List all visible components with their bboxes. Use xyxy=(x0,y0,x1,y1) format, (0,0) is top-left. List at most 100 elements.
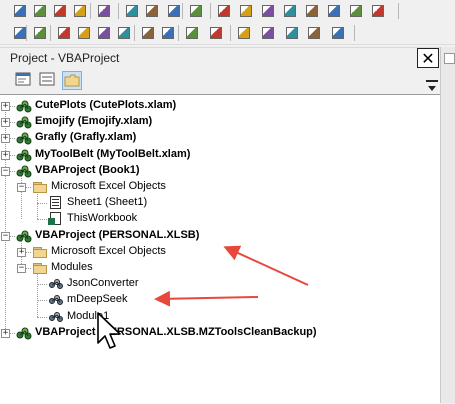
tree-connector-line xyxy=(37,203,47,205)
panel-title: Project - VBAProject xyxy=(10,51,120,65)
folder-icon xyxy=(32,180,48,194)
tree-node-label: Grafly (Grafly.xlam) xyxy=(35,131,137,144)
info-icon xyxy=(238,27,250,39)
module-icon xyxy=(48,293,64,307)
toolbar-separator xyxy=(26,25,27,41)
tree-node-label: mDeepSeek xyxy=(67,293,128,306)
tree-node[interactable]: − VBAProject (Book1) xyxy=(0,163,440,179)
info-button[interactable] xyxy=(236,25,252,41)
align-right-icon xyxy=(78,27,90,39)
table-button[interactable] xyxy=(282,3,298,19)
align-center-button[interactable] xyxy=(96,25,112,41)
tree-node[interactable]: + Grafly (Grafly.xlam) xyxy=(0,130,440,146)
edit-toolbar xyxy=(0,22,455,45)
collapse-minus-icon[interactable]: − xyxy=(1,166,10,176)
tree-node[interactable]: − Modules xyxy=(0,260,440,276)
insert-button[interactable] xyxy=(184,25,200,41)
layout-icon xyxy=(74,5,86,17)
collapse-minus-icon[interactable]: − xyxy=(17,183,26,192)
collapse-minus-icon[interactable]: − xyxy=(17,264,26,273)
vba-project-icon xyxy=(16,99,32,113)
expand-plus-icon[interactable]: + xyxy=(1,150,10,160)
tree-node[interactable]: mDeepSeek xyxy=(0,292,440,308)
arrange-button[interactable] xyxy=(304,3,320,19)
bookmark-icon xyxy=(262,5,274,17)
clear-button[interactable] xyxy=(166,3,182,19)
view-object-button[interactable] xyxy=(38,71,58,90)
expand-plus-icon[interactable]: + xyxy=(1,102,10,111)
toolbar-separator xyxy=(50,25,51,41)
align-right-button[interactable] xyxy=(76,25,92,41)
tree-node[interactable]: − Microsoft Excel Objects xyxy=(0,179,440,195)
tree-node[interactable]: Sheet1 (Sheet1) xyxy=(0,195,440,211)
list-button[interactable] xyxy=(208,25,224,41)
rows-button[interactable] xyxy=(32,3,48,19)
layout-button[interactable] xyxy=(72,3,88,19)
folder-open-icon xyxy=(98,5,110,17)
tree-node-label: VBAProject (PERSONAL.XLSB.MZToolsCleanBa… xyxy=(35,325,317,338)
expand-plus-icon[interactable]: + xyxy=(1,328,10,338)
copy-button[interactable] xyxy=(124,3,140,19)
object-button[interactable] xyxy=(284,25,300,41)
split-icon xyxy=(54,5,66,17)
move-down-button[interactable] xyxy=(370,3,386,19)
tree-node[interactable]: ThisWorkbook xyxy=(0,211,440,227)
close-icon: ✕ xyxy=(421,49,435,68)
expand-plus-icon[interactable]: + xyxy=(17,247,26,257)
align-left-icon xyxy=(58,27,70,39)
toolbar-separator xyxy=(230,25,231,41)
close-button[interactable]: ✕ xyxy=(417,48,439,68)
tree-node[interactable]: + Microsoft Excel Objects xyxy=(0,244,440,260)
binoculars-button[interactable] xyxy=(188,3,204,19)
tree-connector-line xyxy=(37,316,47,319)
toolbar-separator xyxy=(210,3,211,19)
object-icon xyxy=(286,27,298,39)
align-left-button[interactable] xyxy=(56,25,72,41)
toggle-folders-button[interactable] xyxy=(62,71,82,90)
procedure-button[interactable] xyxy=(306,25,322,41)
tree-node[interactable]: + MyToolBelt (MyToolBelt.xlam) xyxy=(0,147,440,163)
outdent-button[interactable] xyxy=(160,25,176,41)
toolbar-separator xyxy=(398,3,399,19)
paste-button[interactable] xyxy=(144,3,160,19)
macro-button[interactable] xyxy=(238,3,254,19)
indent-button[interactable] xyxy=(140,25,156,41)
stack-icon xyxy=(328,5,340,17)
standard-toolbar xyxy=(0,0,455,23)
tree-node-label: MyToolBelt (MyToolBelt.xlam) xyxy=(35,147,191,160)
split-button[interactable] xyxy=(52,3,68,19)
tree-node[interactable]: Module1 xyxy=(0,309,440,325)
move-down-icon xyxy=(372,5,384,17)
format-icon xyxy=(34,27,46,39)
view-button[interactable] xyxy=(260,25,276,41)
toolbar-separator xyxy=(90,3,91,19)
sheet-grid-icon xyxy=(14,5,26,17)
project-tree[interactable]: + CutePlots (CutePlots.xlam) + Emojify (Emo… xyxy=(0,94,440,404)
stack-button[interactable] xyxy=(326,3,342,19)
justify-button[interactable] xyxy=(116,25,132,41)
outdent-icon xyxy=(162,27,174,39)
expand-plus-icon[interactable]: + xyxy=(1,118,10,128)
view-code-button[interactable] xyxy=(14,71,34,90)
view-code-icon xyxy=(15,72,31,86)
tree-node[interactable]: − VBAProject (PERSONAL.XLSB) xyxy=(0,228,440,244)
align-center-icon xyxy=(98,27,110,39)
collapse-minus-icon[interactable]: − xyxy=(1,231,10,241)
sheet-grid-button[interactable] xyxy=(12,3,28,19)
worksheet-icon xyxy=(48,196,64,210)
folder-icon xyxy=(32,261,48,275)
arrange-icon xyxy=(306,5,318,17)
tree-node[interactable]: + Emojify (Emojify.xlam) xyxy=(0,114,440,130)
expand-plus-icon[interactable]: + xyxy=(1,134,10,144)
sum-icon xyxy=(332,27,344,39)
tree-node[interactable]: + CutePlots (CutePlots.xlam) xyxy=(0,98,440,114)
folder-open-button[interactable] xyxy=(96,3,112,19)
find-next-button[interactable] xyxy=(216,3,232,19)
move-up-button[interactable] xyxy=(348,3,364,19)
bookmark-button[interactable] xyxy=(260,3,276,19)
vba-project-icon xyxy=(16,131,32,145)
tree-node[interactable]: + VBAProject (PERSONAL.XLSB.MZToolsCleanB… xyxy=(0,325,440,341)
tree-node[interactable]: JsonConverter xyxy=(0,276,440,292)
format-button[interactable] xyxy=(32,25,48,41)
sum-button[interactable] xyxy=(330,25,346,41)
